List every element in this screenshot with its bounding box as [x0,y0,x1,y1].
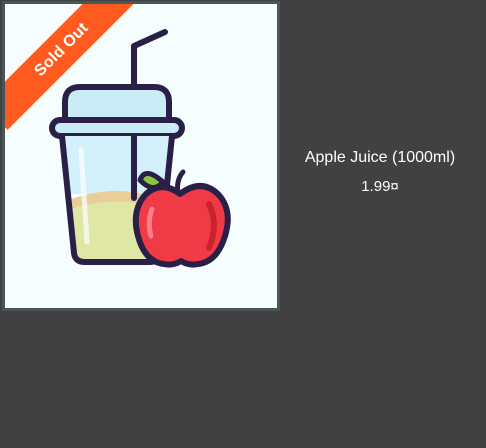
product-info: Apple Juice (1000ml) 1.99¤ [282,146,478,198]
product-image-frame[interactable]: Sold Out [2,1,280,311]
product-name: Apple Juice (1000ml) [304,149,456,166]
product-card[interactable]: Sold Out Apple Juice (1000ml) 1.99¤ [0,0,486,312]
product-price: 1.99¤ [361,178,399,195]
